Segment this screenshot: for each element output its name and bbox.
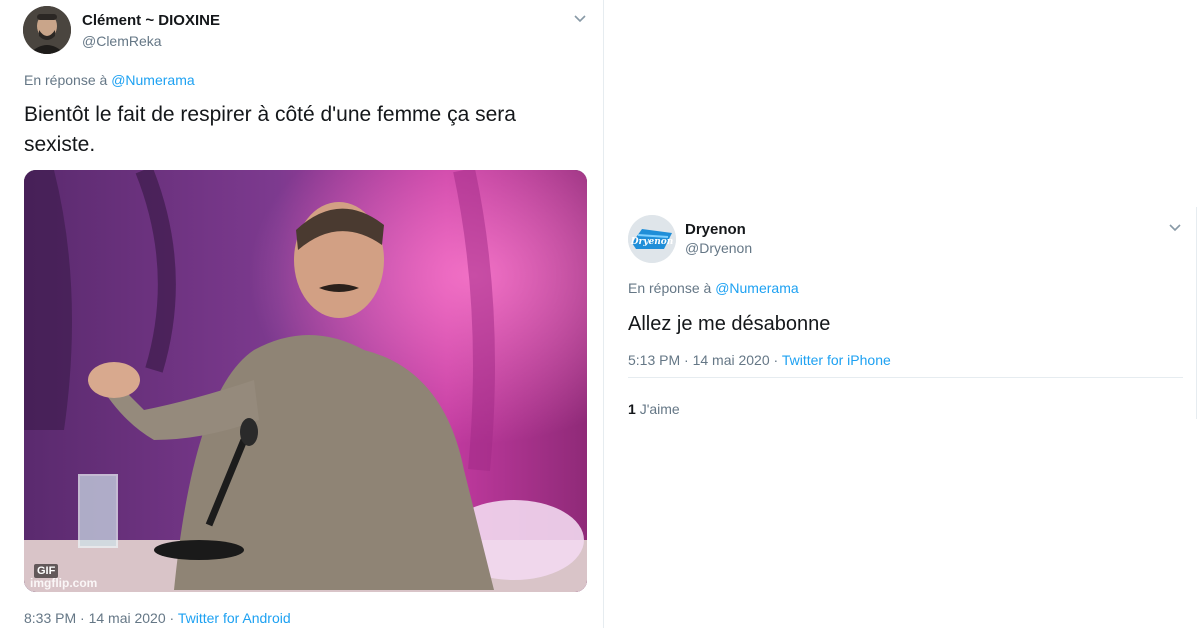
reply-context: En réponse à @Numerama [24,72,195,88]
author-handle[interactable]: @ClemReka [82,33,162,49]
tweet-timestamp[interactable]: 8:33 PM · 14 mai 2020 · [24,610,174,626]
author-name[interactable]: Dryenon [685,221,746,238]
tweet-text: Bientôt le fait de respirer à côté d'une… [24,103,516,156]
reply-prefix: En réponse à [24,72,108,88]
tweet-metadata: 5:13 PM · 14 mai 2020 · Twitter for iPho… [628,352,891,368]
tweet-timestamp[interactable]: 5:13 PM · 14 mai 2020 · [628,352,778,368]
avatar-photo-icon [23,6,71,54]
tweet-source-link[interactable]: Twitter for Android [178,610,291,626]
imgflip-watermark: imgflip.com [30,576,98,590]
author-name[interactable]: Clément ~ DIOXINE [82,12,220,29]
tweet-text: Allez je me désabonne [628,313,831,335]
tweet-metadata: 8:33 PM · 14 mai 2020 · Twitter for Andr… [24,610,291,626]
tweet-card-dryenon[interactable]: Dryenon Dryenon @Dryenon En réponse à @N… [607,207,1192,429]
tweet-gif-media[interactable]: GIF imgflip.com [24,170,587,592]
divider [628,377,1183,378]
chevron-down-icon[interactable] [573,14,587,24]
tweet-card-clemreka[interactable]: Clément ~ DIOXINE @ClemReka En réponse à… [0,0,604,628]
tweet-source-link[interactable]: Twitter for iPhone [782,352,891,368]
reply-mention-link[interactable]: @Numerama [111,72,194,88]
card-border [1196,207,1197,419]
likes-number: 1 [628,401,636,417]
likes-count[interactable]: 1 J'aime [628,401,680,417]
gif-frame-illustration [24,170,587,592]
avatar[interactable]: Dryenon [628,215,676,263]
likes-label: J'aime [639,401,680,417]
reply-prefix: En réponse à [628,280,712,296]
avatar-logo-text: Dryenon [630,237,674,247]
reply-mention-link[interactable]: @Numerama [715,280,798,296]
author-handle[interactable]: @Dryenon [685,240,752,256]
logo-avatar-icon: Dryenon [628,215,676,263]
reply-context: En réponse à @Numerama [628,280,799,296]
avatar[interactable] [23,6,71,54]
chevron-down-icon[interactable] [1168,223,1182,233]
